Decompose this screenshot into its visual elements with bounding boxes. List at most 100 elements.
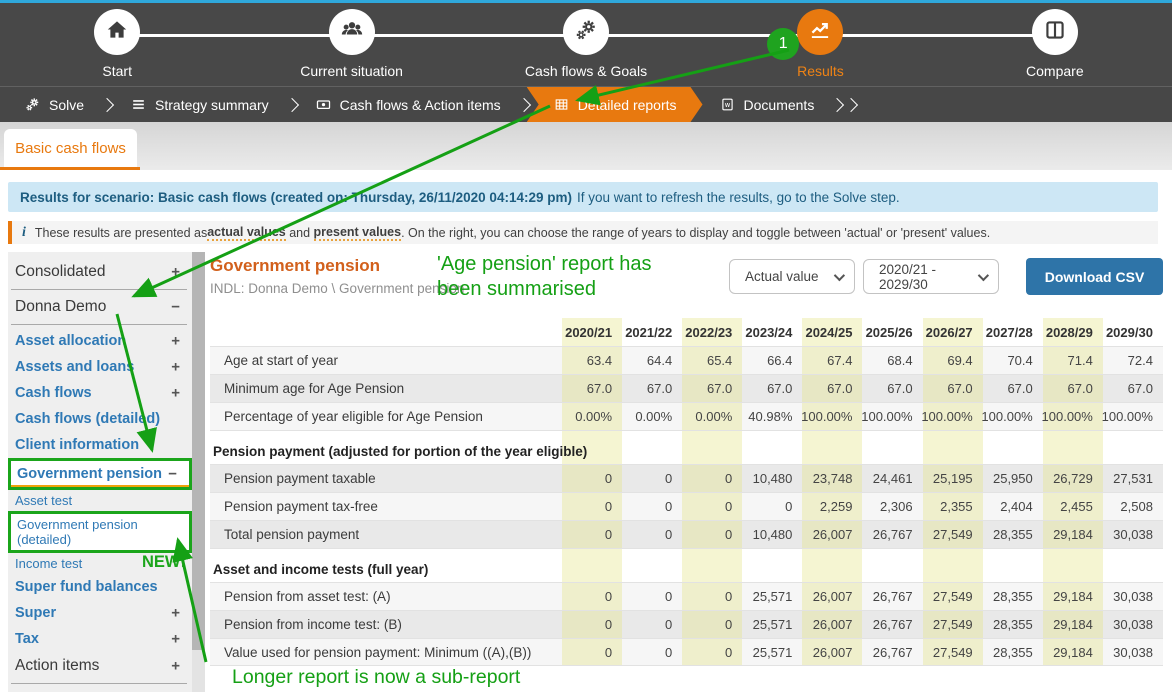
sidebar-item-asset-allocation[interactable]: Asset allocation+ (8, 328, 192, 354)
table-cell (1103, 549, 1163, 556)
nav-step-label: Current situation (300, 63, 403, 79)
table-cell: 70.4 (983, 347, 1043, 374)
expand-plus-icon[interactable]: + (171, 658, 180, 675)
sidebar-item-client-information[interactable]: Client information (8, 432, 192, 458)
sidebar-item-income-test[interactable]: Income testNEW! (8, 553, 192, 574)
crumb-solve[interactable]: Solve (8, 87, 100, 122)
table-header-row: 2020/212021/222022/232023/242024/252025/… (210, 318, 1163, 346)
nav-step-circle[interactable] (797, 9, 843, 55)
report-grid-icon (553, 96, 570, 113)
crumb-cash-flows-action-items[interactable]: Cash flows & Action items (299, 87, 517, 122)
crumb-strategy-summary[interactable]: Strategy summary (114, 87, 285, 122)
nav-step-compare[interactable]: Compare (938, 3, 1172, 86)
table-cell: 30,038 (1103, 521, 1163, 548)
row-label: Minimum age for Age Pension (210, 375, 562, 402)
table-cell: 0 (562, 583, 622, 610)
sidebar-item-label: Assets and loans (15, 359, 134, 375)
sidebar-item-cash-flows[interactable]: Cash flows+ (8, 380, 192, 406)
collapse-minus-icon[interactable]: − (168, 466, 177, 483)
chevron-down-icon (978, 269, 989, 280)
table-cell: 67.0 (622, 375, 682, 402)
table-cell: 29,184 (1043, 639, 1103, 665)
expand-plus-icon[interactable]: + (171, 605, 180, 622)
table-cell: 26,767 (862, 611, 922, 638)
table-row: Percentage of year eligible for Age Pens… (210, 402, 1163, 430)
table-cell: 25,195 (923, 465, 983, 492)
table-cell (210, 431, 562, 438)
scenario-banner-bold-text: Results for scenario: Basic cash flows (… (20, 190, 572, 205)
collapse-minus-icon[interactable]: − (171, 299, 180, 316)
table-cell (742, 549, 802, 556)
sidebar-item-assets-and-loans[interactable]: Assets and loans + (8, 354, 192, 380)
sidebar-scrollbar-thumb[interactable] (192, 252, 205, 650)
row-label: Pension payment taxable (210, 465, 562, 492)
report-sidebar: Consolidated + Donna Demo− Asset allocation… (8, 252, 192, 692)
sidebar-scrollbar-track[interactable] (192, 252, 205, 692)
download-csv-button[interactable]: Download CSV (1026, 258, 1163, 295)
sidebar-item-label: Cash flows (detailed) (15, 411, 160, 427)
table-cell (802, 549, 862, 556)
nav-step-cash-flows-goals[interactable]: Cash flows & Goals (469, 3, 703, 86)
value-type-select[interactable]: Actual value (729, 259, 855, 294)
table-cell (742, 556, 802, 582)
sidebar-item-super-fund-balances[interactable]: Super fund balances (8, 574, 192, 600)
table-cell: 0 (682, 521, 742, 548)
sidebar-item-donna-demo[interactable]: Donna Demo− (8, 293, 192, 321)
table-cell (923, 438, 983, 464)
svg-text:w: w (724, 101, 730, 109)
expand-plus-icon[interactable]: + (171, 264, 180, 281)
sidebar-item-tax[interactable]: Tax+ (8, 626, 192, 652)
table-spacer-row (210, 548, 1163, 556)
expand-plus-icon[interactable]: + (171, 359, 180, 376)
table-cell: 0 (622, 465, 682, 492)
sidebar-item-action-items[interactable]: Action items + (8, 652, 192, 680)
table-cell: 2,508 (1103, 493, 1163, 520)
present-values-term[interactable]: present values (314, 225, 402, 241)
table-cell: 66.4 (742, 347, 802, 374)
expand-plus-icon[interactable]: + (171, 333, 180, 350)
sidebar-item-super[interactable]: Super+ (8, 600, 192, 626)
year-range-select[interactable]: 2020/21 - 2029/30 (863, 259, 999, 294)
nav-step-circle[interactable] (1032, 9, 1078, 55)
table-cell (923, 431, 983, 438)
crumb-detailed-reports[interactable]: Detailed reports (527, 87, 703, 122)
expand-plus-icon[interactable]: + (171, 631, 180, 648)
sidebar-item-cash-flows-detailed-[interactable]: Cash flows (detailed) (8, 406, 192, 432)
nav-step-circle[interactable] (94, 9, 140, 55)
sidebar-item-consolidated[interactable]: Consolidated + (8, 258, 192, 286)
table-cell (923, 549, 983, 556)
nav-step-circle[interactable] (563, 9, 609, 55)
table-cell: 67.0 (923, 375, 983, 402)
nav-step-current-situation[interactable]: Current situation (234, 3, 468, 86)
app-window: Start Current situation Cash flows & Goals… (0, 0, 1172, 692)
table-cell: 25,571 (742, 611, 802, 638)
table-cell (983, 438, 1043, 464)
sidebar-item-government-pension-detailed-[interactable]: Government pension (detailed) (8, 511, 192, 553)
nav-step-results[interactable]: Results1 (703, 3, 937, 86)
report-title: Government pension (210, 256, 380, 276)
table-cell: 67.0 (1043, 375, 1103, 402)
sidebar-item-asset-test[interactable]: Asset test (8, 490, 192, 511)
nav-step-start[interactable]: Start (0, 3, 234, 86)
table-cell: 0 (622, 521, 682, 548)
word-document-icon: w (719, 96, 736, 113)
tab-basic-cash-flows[interactable]: Basic cash flows (4, 129, 137, 167)
table-cell: 23,748 (802, 465, 862, 492)
sidebar-item-label: Action items (15, 657, 99, 674)
row-label: Pension from income test: (B) (210, 611, 562, 638)
crumb-documents[interactable]: wDocuments (703, 87, 831, 122)
table-cell (1103, 431, 1163, 438)
table-cell: 67.0 (562, 375, 622, 402)
main-nav: Start Current situation Cash flows & Goals… (0, 3, 1172, 86)
sidebar-item-government-pension[interactable]: Government pension− (8, 458, 192, 490)
actual-values-term[interactable]: actual values (207, 225, 286, 241)
section-header-label: Asset and income tests (full year) (210, 556, 562, 582)
sidebar-item-label: Consolidated (15, 263, 105, 280)
table-cell (622, 556, 682, 582)
table-cell (742, 438, 802, 464)
expand-plus-icon[interactable]: + (171, 385, 180, 402)
nav-step-circle[interactable] (329, 9, 375, 55)
sidebar-divider (11, 683, 187, 684)
table-cell: 100.00% (802, 403, 862, 430)
table-cell: 27,531 (1103, 465, 1163, 492)
